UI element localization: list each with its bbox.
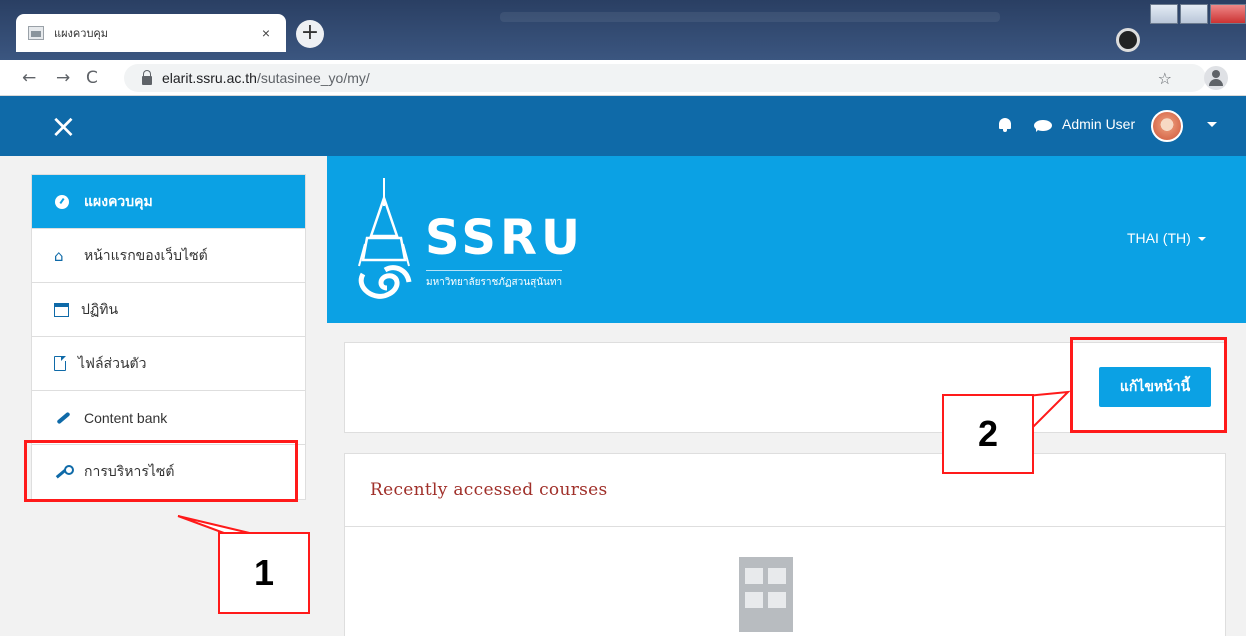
sidebar-item-label: แผงควบคุม	[84, 192, 153, 209]
recent-courses-block: Recently accessed courses	[344, 453, 1226, 636]
back-arrow-icon[interactable]: ←	[22, 68, 36, 88]
sidebar-item-calendar[interactable]: ปฏิทิน	[32, 283, 305, 337]
language-menu[interactable]: THAI (TH)	[1127, 230, 1206, 246]
sidebar-item-private-files[interactable]: ไฟล์ส่วนตัว	[32, 337, 305, 391]
browser-tab-bar: แผงควบคุม × +	[0, 0, 1246, 60]
paintbrush-icon	[54, 410, 72, 426]
dashboard-icon	[54, 194, 72, 210]
sidebar-item-label: หน้าแรกของเว็บไซต์	[84, 246, 208, 263]
page-header-banner: SSRU มหาวิทยาลัยราชภัฏสวนสุนันทา THAI (T…	[327, 156, 1246, 323]
tab-favicon-icon	[28, 26, 44, 40]
highlight-site-admin	[24, 440, 298, 502]
minimize-button[interactable]	[1150, 4, 1178, 24]
maximize-button[interactable]	[1180, 4, 1208, 24]
browser-tab[interactable]: แผงควบคุม ×	[16, 14, 286, 52]
sidebar-item-label: Content bank	[84, 409, 168, 426]
logo-subtitle: มหาวิทยาลัยราชภัฏสวนสุนันทา	[426, 270, 563, 290]
course-placeholder-icon	[739, 557, 793, 632]
user-menu-caret-icon[interactable]	[1207, 122, 1217, 127]
forward-arrow-icon[interactable]: →	[56, 68, 70, 88]
url-text: elarit.ssru.ac.th/sutasinee_yo/my/	[162, 70, 370, 86]
browser-toolbar: ← → C elarit.ssru.ac.th/sutasinee_yo/my/…	[0, 60, 1246, 96]
blurred-background-window	[500, 12, 1000, 22]
close-drawer-icon[interactable]: ×	[50, 106, 77, 146]
messages-chat-icon[interactable]	[1034, 120, 1052, 132]
user-avatar[interactable]	[1151, 110, 1183, 142]
sidebar-item-content-bank[interactable]: Content bank	[32, 391, 305, 445]
address-bar[interactable]: elarit.ssru.ac.th/sutasinee_yo/my/ ☆	[124, 64, 1206, 92]
highlight-edit-button	[1070, 337, 1227, 433]
recent-courses-title: Recently accessed courses	[345, 454, 1225, 527]
ssru-logo[interactable]: SSRU มหาวิทยาลัยราชภัฏสวนสุนันทา	[355, 178, 580, 302]
sidebar-item-label: ไฟล์ส่วนตัว	[78, 354, 147, 371]
url-host: elarit.ssru.ac.th	[162, 70, 257, 86]
account-icon[interactable]	[1204, 66, 1228, 90]
home-icon: ⌂	[54, 246, 64, 265]
university-emblem-icon	[358, 178, 412, 299]
notification-bell-icon[interactable]	[998, 118, 1012, 132]
bookmark-star-icon[interactable]: ☆	[1158, 69, 1172, 88]
calendar-icon	[54, 303, 69, 317]
logo-wordmark: SSRU	[425, 210, 584, 266]
sidebar-item-label: ปฏิทิน	[81, 300, 119, 317]
step-1-callout: 1	[218, 532, 310, 614]
tab-title: แผงควบคุม	[54, 28, 109, 40]
tab-close-icon[interactable]: ×	[258, 25, 274, 41]
window-controls	[1150, 4, 1246, 24]
site-navbar: × Admin User	[0, 96, 1246, 156]
reload-icon[interactable]: C	[86, 68, 98, 88]
user-name[interactable]: Admin User	[1062, 116, 1135, 132]
screenshot-root: แผงควบคุม × + ← → C elarit.ssru.ac.th/su…	[0, 0, 1246, 636]
step-2-callout: 2	[942, 394, 1034, 474]
lock-icon	[142, 69, 152, 85]
close-window-button[interactable]	[1210, 4, 1246, 24]
url-path: /sutasinee_yo/my/	[256, 70, 370, 86]
browser-profile-icon[interactable]	[1116, 28, 1140, 52]
sidebar-item-site-home[interactable]: ⌂ หน้าแรกของเว็บไซต์	[32, 229, 305, 283]
file-icon	[54, 356, 66, 371]
new-tab-button[interactable]: +	[296, 20, 324, 48]
sidebar-item-dashboard[interactable]: แผงควบคุม	[32, 175, 305, 229]
